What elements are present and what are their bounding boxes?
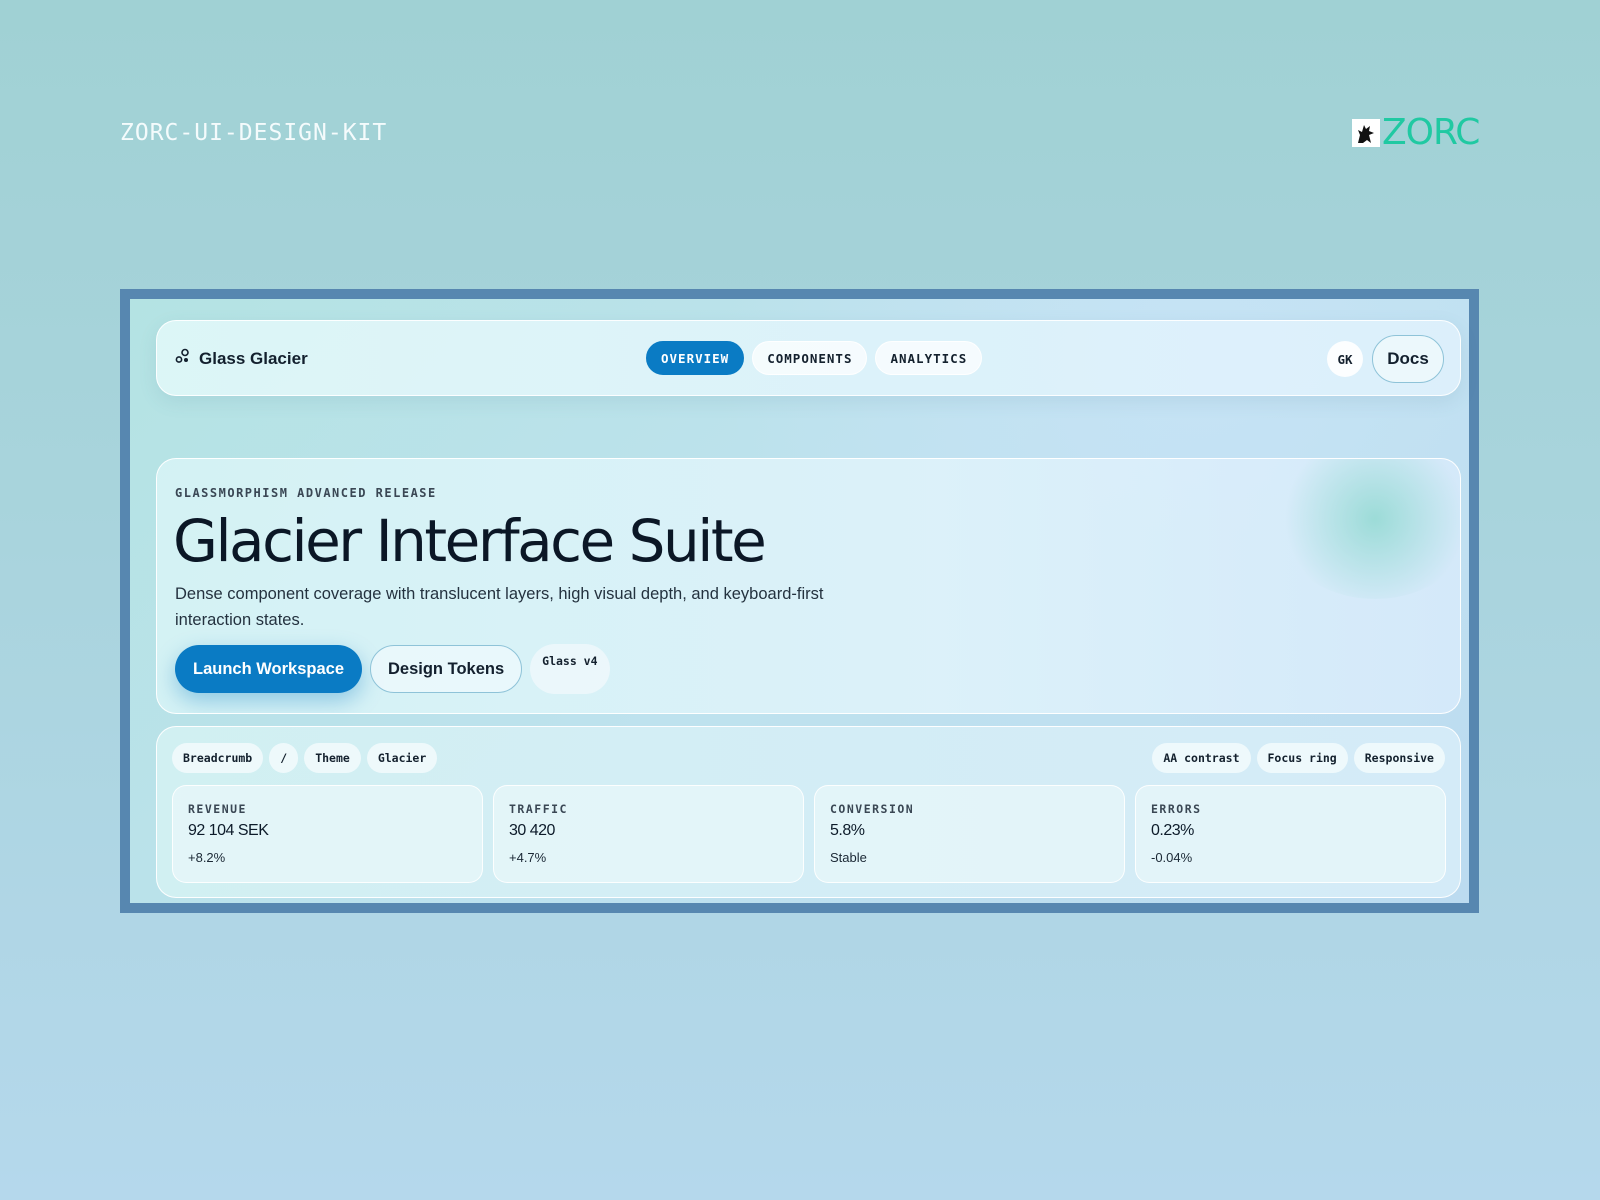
hero-card: GLASSMORPHISM ADVANCED RELEASE Glacier I… <box>156 458 1461 714</box>
hero-title: Glacier Interface Suite <box>173 507 767 575</box>
app-name: Glass Glacier <box>199 348 308 368</box>
metric-label: TRAFFIC <box>509 802 568 816</box>
metric-delta: +4.7% <box>509 850 547 865</box>
user-avatar[interactable]: GK <box>1327 341 1363 377</box>
decorative-glow <box>1275 459 1460 599</box>
metric-label: CONVERSION <box>830 802 915 816</box>
kit-title: ZORC-UI-DESIGN-KIT <box>120 120 388 146</box>
breadcrumb: Breadcrumb / Theme Glacier <box>172 743 438 773</box>
metric-card-conversion: CONVERSION 5.8% Stable <box>814 785 1125 883</box>
metric-label: ERRORS <box>1151 802 1202 816</box>
metric-delta: Stable <box>830 850 867 865</box>
breadcrumb-item[interactable]: Theme <box>304 743 361 773</box>
metrics-panel: Breadcrumb / Theme Glacier AA contrast F… <box>156 726 1461 898</box>
metric-card-errors: ERRORS 0.23% -0.04% <box>1135 785 1446 883</box>
top-navbar: Glass Glacier OVERVIEW COMPONENTS ANALYT… <box>156 320 1461 396</box>
metric-value: 30 420 <box>509 822 555 839</box>
version-chip: Glass v4 <box>530 644 610 694</box>
breadcrumb-item[interactable]: Breadcrumb <box>172 743 264 773</box>
hero-actions: Launch Workspace Design Tokens Glass v4 <box>175 644 610 694</box>
hero-description: Dense component coverage with translucen… <box>175 585 824 629</box>
design-tokens-button[interactable]: Design Tokens <box>370 645 523 693</box>
metric-delta: -0.04% <box>1151 850 1193 865</box>
metric-label: REVENUE <box>188 802 247 816</box>
breadcrumb-separator: / <box>269 743 299 773</box>
quality-badges: AA contrast Focus ring Responsive <box>1152 743 1445 773</box>
breadcrumb-item[interactable]: Glacier <box>366 743 438 773</box>
docs-button[interactable]: Docs <box>1372 335 1444 383</box>
nodes-icon <box>175 348 191 369</box>
preview-frame: Glass Glacier OVERVIEW COMPONENTS ANALYT… <box>120 289 1479 913</box>
tab-analytics[interactable]: ANALYTICS <box>875 341 983 375</box>
metric-card-revenue: REVENUE 92 104 SEK +8.2% <box>172 785 483 883</box>
zorc-logo: ZORC <box>1352 112 1480 153</box>
metric-value: 92 104 SEK <box>188 822 269 839</box>
brand-wordmark: ZORC <box>1382 112 1480 153</box>
focus-ring-badge: Focus ring <box>1256 743 1348 773</box>
tab-components[interactable]: COMPONENTS <box>752 341 868 375</box>
metric-cards: REVENUE 92 104 SEK +8.2% TRAFFIC 30 420 … <box>172 785 1446 883</box>
launch-workspace-button[interactable]: Launch Workspace <box>175 645 362 693</box>
hero-eyebrow: GLASSMORPHISM ADVANCED RELEASE <box>175 486 437 500</box>
metric-card-traffic: TRAFFIC 30 420 +4.7% <box>493 785 804 883</box>
responsive-badge: Responsive <box>1353 743 1445 773</box>
wolf-icon <box>1352 119 1380 147</box>
metric-value: 5.8% <box>830 822 865 839</box>
nav-tabs: OVERVIEW COMPONENTS ANALYTICS <box>646 341 983 375</box>
metric-value: 0.23% <box>1151 822 1194 839</box>
aa-contrast-badge: AA contrast <box>1152 743 1251 773</box>
app-brand[interactable]: Glass Glacier <box>175 348 308 369</box>
tab-overview[interactable]: OVERVIEW <box>646 341 745 375</box>
metric-delta: +8.2% <box>188 850 226 865</box>
